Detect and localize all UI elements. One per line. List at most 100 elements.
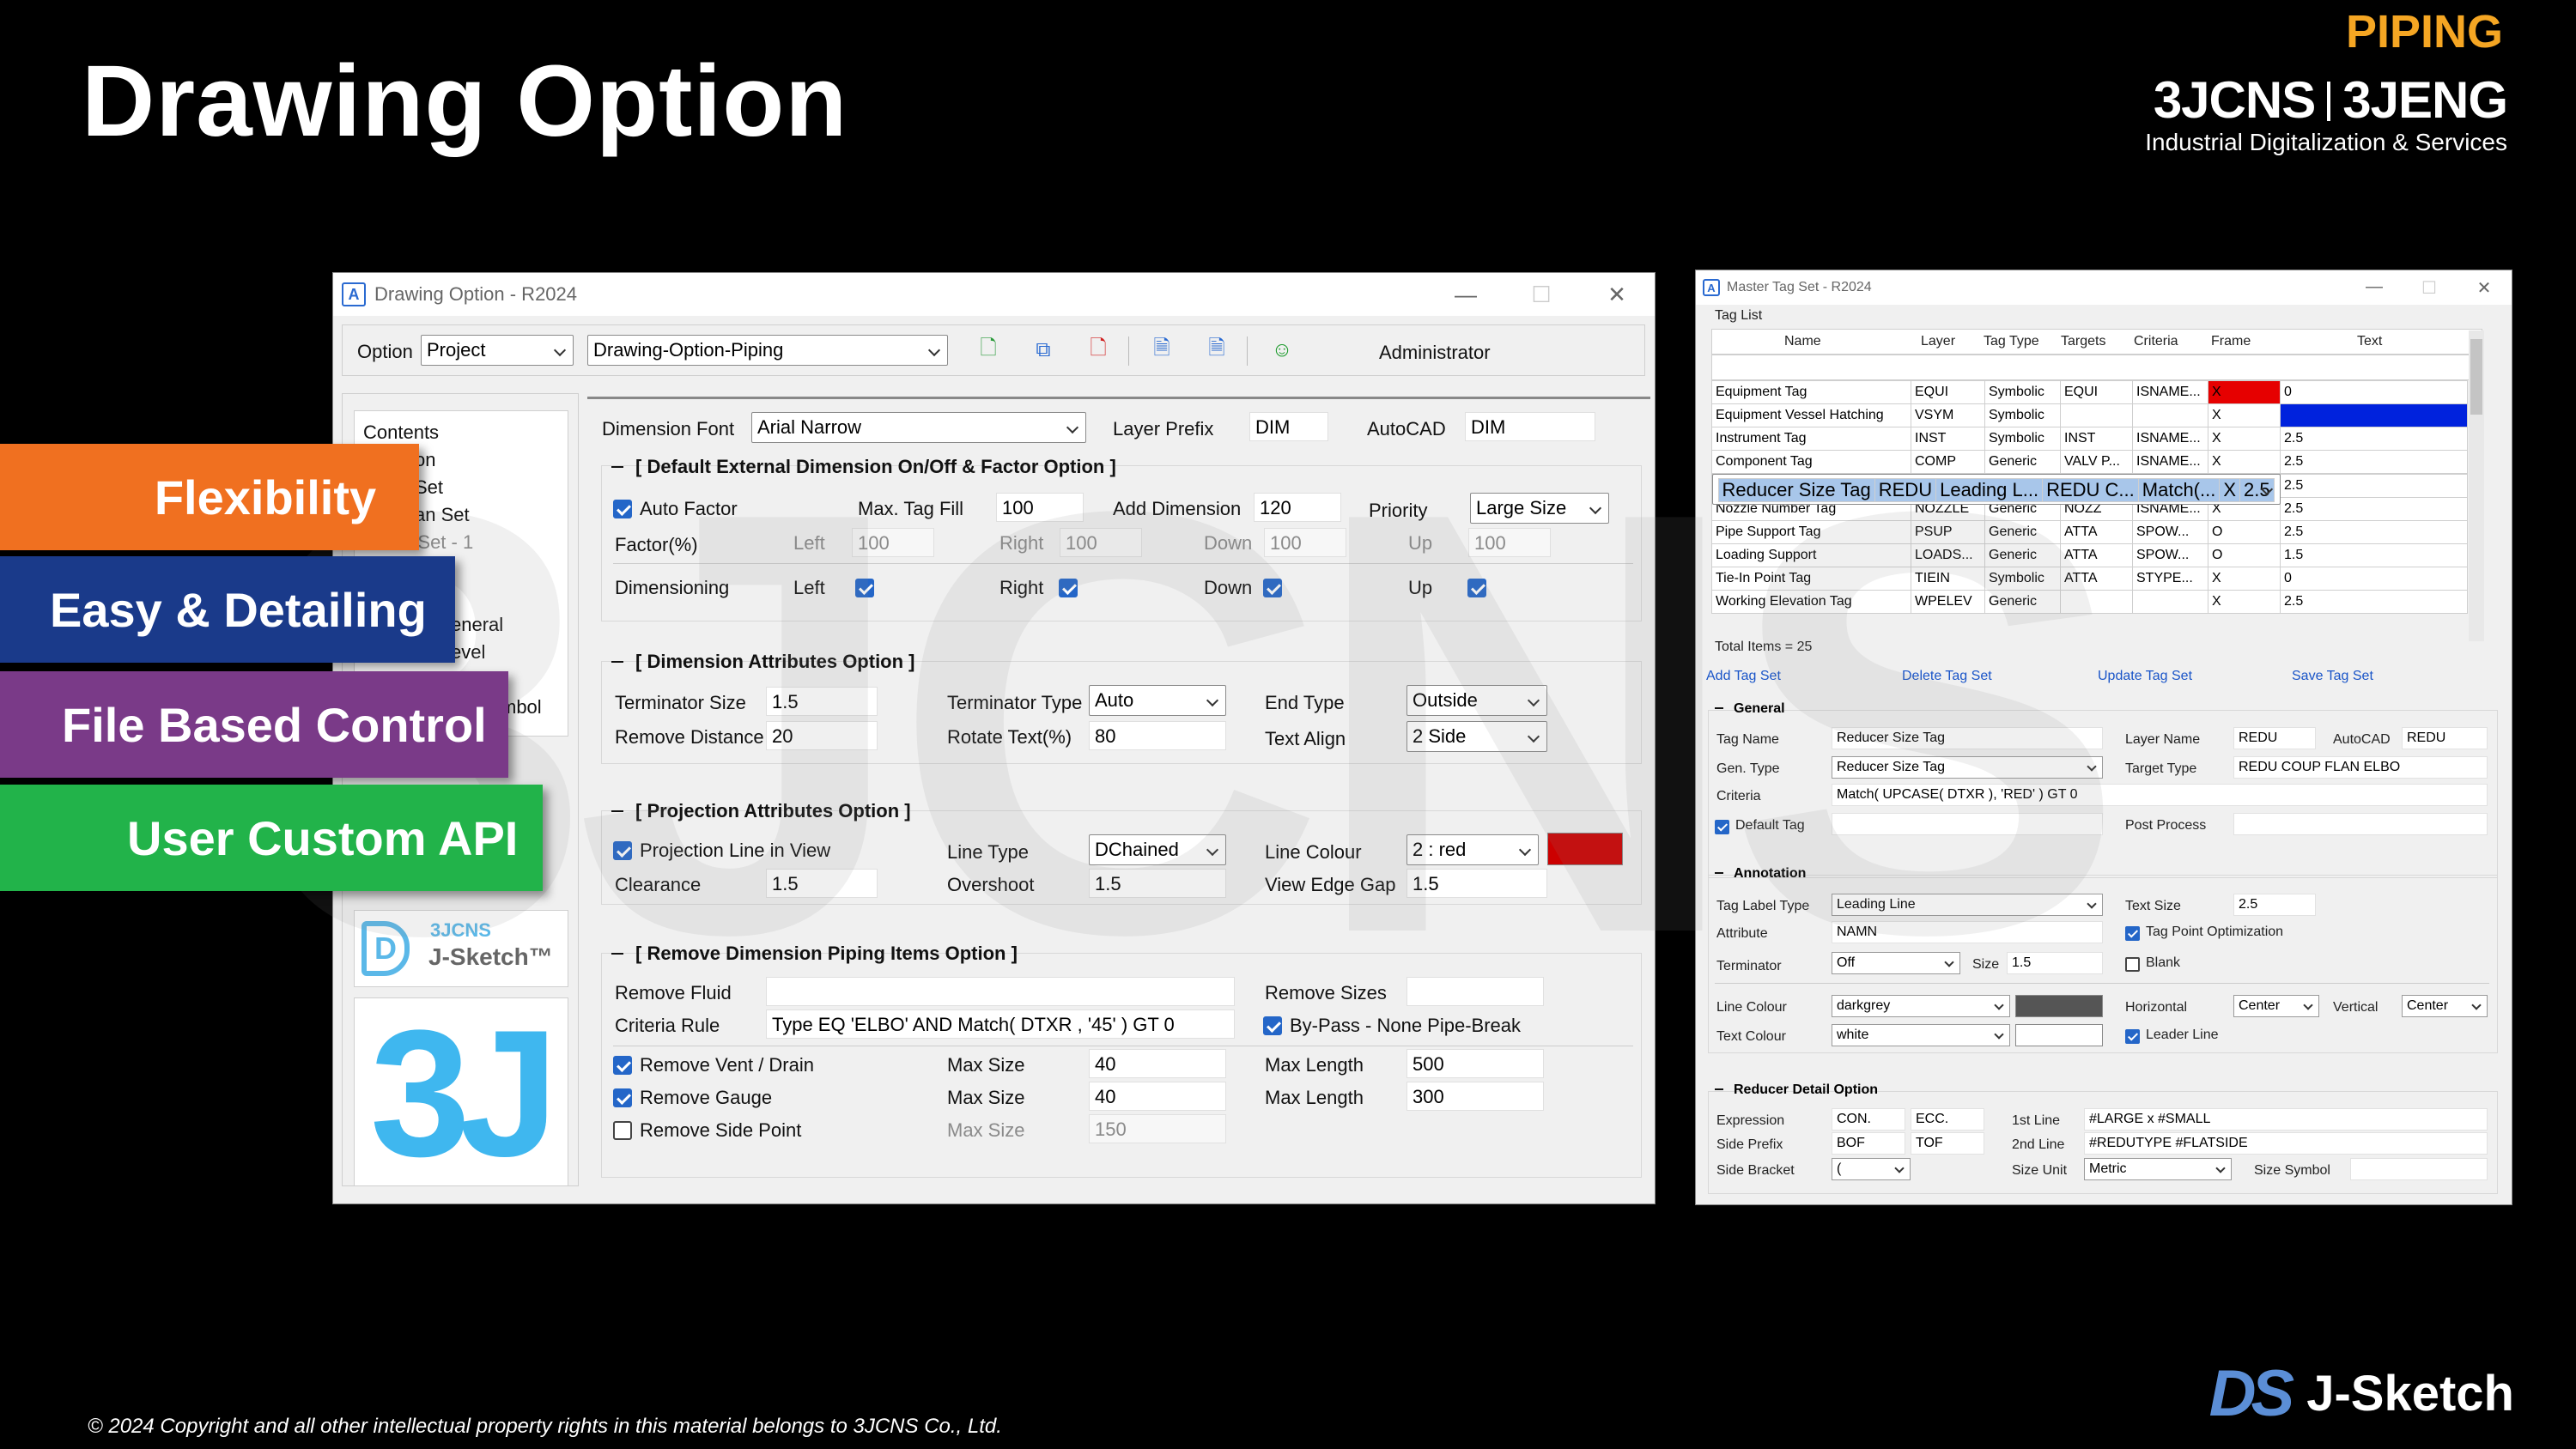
factor-left-input[interactable]: 100 (852, 528, 934, 557)
factor-right-input[interactable]: 100 (1060, 528, 1142, 557)
table-scrollbar-thumb[interactable] (2470, 339, 2482, 415)
terminator-size-input[interactable]: 1.5 (766, 687, 878, 716)
reducer-detail-header[interactable]: Reducer Detail Option (1715, 1082, 1878, 1098)
table-row[interactable]: Component Tag COMP Generic VALV P... ISNAME.… (1711, 450, 2468, 474)
option-select[interactable]: Project (421, 335, 574, 366)
expression-input-1[interactable]: CON. (1832, 1108, 1905, 1131)
rotate-text-input[interactable]: 80 (1089, 721, 1226, 750)
table-row[interactable]: Instrument Tag INST Symbolic INST ISNAME... X… (1711, 427, 2468, 451)
vent-max-length-input[interactable]: 500 (1406, 1049, 1544, 1078)
line-colour-swatch[interactable] (2015, 995, 2103, 1017)
leader-line-checkbox[interactable] (2125, 1029, 2140, 1044)
side-prefix-input-2[interactable]: TOF (1911, 1132, 1984, 1155)
smile-icon[interactable]: ☺ (1269, 336, 1295, 365)
tag-label-type-select[interactable]: Leading Line (1832, 894, 2103, 916)
close-icon[interactable]: ✕ (2457, 277, 2512, 299)
autocad-input[interactable]: REDU (2402, 727, 2488, 749)
add-dimension-input[interactable]: 120 (1254, 493, 1341, 522)
side-prefix-input-1[interactable]: BOF (1832, 1132, 1905, 1155)
tree-item[interactable]: evel (451, 641, 485, 664)
option-file-select[interactable]: Drawing-Option-Piping (587, 335, 948, 366)
post-process-input[interactable] (2233, 813, 2488, 835)
text-align-select[interactable]: 2 Side (1406, 721, 1547, 752)
annotation-header[interactable]: Annotation (1715, 866, 1806, 882)
bypass-checkbox[interactable] (1263, 1016, 1282, 1035)
delete-tag-set-link[interactable]: Delete Tag Set (1902, 669, 1992, 684)
text-colour-swatch[interactable] (2015, 1024, 2103, 1046)
table-row[interactable]: Equipment Tag EQUI Symbolic EQUI ISNAME... X 0 (1711, 380, 2468, 404)
add-file-icon[interactable]: 🗋 (975, 336, 1001, 365)
side-max-size-input[interactable]: 150 (1089, 1114, 1226, 1143)
remove-sizes-input[interactable] (1406, 977, 1544, 1006)
general-header[interactable]: General (1715, 701, 1785, 717)
gauge-max-size-input[interactable]: 40 (1089, 1082, 1226, 1111)
target-type-input[interactable]: REDU COUP FLAN ELBO (2233, 756, 2488, 779)
update-tag-set-link[interactable]: Update Tag Set (2098, 669, 2192, 684)
maximize-icon[interactable]: ☐ (1504, 282, 1579, 308)
tree-item[interactable]: an Set (415, 504, 470, 526)
tag-name-input[interactable]: Reducer Size Tag (1832, 727, 2103, 749)
column-header-layer[interactable]: Layer (1921, 334, 1955, 349)
tag-point-opt-checkbox[interactable] (2125, 926, 2140, 941)
minimize-icon[interactable]: — (1428, 282, 1504, 308)
column-header-criteria[interactable]: Criteria (2134, 334, 2178, 349)
max-tag-fill-input[interactable]: 100 (996, 493, 1084, 522)
import-icon[interactable]: 🗎 (1204, 336, 1230, 365)
add-tag-set-link[interactable]: Add Tag Set (1706, 669, 1781, 684)
save-tag-set-link[interactable]: Save Tag Set (2292, 669, 2373, 684)
overshoot-input[interactable]: 1.5 (1089, 869, 1226, 898)
section-header[interactable]: [ Remove Dimension Piping Items Option ] (611, 943, 1018, 965)
horizontal-select[interactable]: Center (2233, 995, 2319, 1017)
column-header-text[interactable]: Text (2357, 334, 2382, 349)
gen-type-select[interactable]: Reducer Size Tag (1832, 756, 2103, 779)
tree-item[interactable]: eneral (451, 614, 503, 636)
layer-prefix-input[interactable]: DIM (1249, 412, 1328, 441)
default-tag-input[interactable] (1832, 813, 2103, 835)
table-row[interactable]: Reducer Size Tag REDU Leading L... REDU C..… (1711, 474, 2281, 505)
default-tag-checkbox[interactable] (1715, 820, 1729, 834)
line-colour-swatch[interactable] (1547, 833, 1623, 865)
text-size-input[interactable]: 2.5 (2233, 894, 2316, 916)
column-header-frame[interactable]: Frame (2211, 334, 2251, 349)
remove-side-checkbox[interactable] (613, 1121, 632, 1140)
remove-gauge-checkbox[interactable] (613, 1088, 632, 1107)
line-colour-select[interactable]: darkgrey (1832, 995, 2010, 1017)
section-header[interactable]: [ Projection Attributes Option ] (611, 800, 911, 822)
clearance-input[interactable]: 1.5 (766, 869, 878, 898)
column-header-targets[interactable]: Targets (2061, 334, 2105, 349)
criteria-rule-input[interactable]: Type EQ 'ELBO' AND Match( DTXR , '45' ) … (766, 1009, 1235, 1039)
text-colour-select[interactable]: white (1832, 1024, 2010, 1046)
autocad-input[interactable]: DIM (1465, 412, 1595, 441)
blank-checkbox[interactable] (2125, 957, 2140, 972)
table-row[interactable]: Working Elevation Tag WPELEV Generic X 2.5 (1711, 590, 2468, 614)
vent-max-size-input[interactable]: 40 (1089, 1049, 1226, 1078)
factor-up-input[interactable]: 100 (1468, 528, 1551, 557)
remove-distance-input[interactable]: 20 (766, 721, 878, 750)
size-symbol-input[interactable] (2350, 1158, 2488, 1180)
remove-fluid-input[interactable] (766, 977, 1235, 1006)
gauge-max-length-input[interactable]: 300 (1406, 1082, 1544, 1111)
close-icon[interactable]: ✕ (1579, 282, 1655, 308)
minimize-icon[interactable]: — (2347, 277, 2402, 299)
end-type-select[interactable]: Outside (1406, 685, 1547, 716)
size-input[interactable]: 1.5 (2007, 952, 2103, 974)
terminator-select[interactable]: Off (1832, 952, 1960, 974)
layer-name-input[interactable]: REDU (2233, 727, 2316, 749)
auto-factor-checkbox[interactable] (613, 500, 632, 518)
projection-line-checkbox[interactable] (613, 841, 632, 860)
copy-icon[interactable]: ⧉ (1030, 336, 1056, 365)
remove-vent-checkbox[interactable] (613, 1056, 632, 1075)
line-type-select[interactable]: DChained (1089, 834, 1226, 865)
view-edge-gap-input[interactable]: 1.5 (1406, 869, 1547, 898)
table-row[interactable]: Equipment Vessel Hatching VSYM Symbolic X (1711, 403, 2468, 427)
attribute-input[interactable]: NAMN (1832, 921, 2103, 943)
terminator-type-select[interactable]: Auto (1089, 685, 1226, 716)
criteria-input[interactable]: Match( UPCASE( DTXR ), 'RED' ) GT 0 (1832, 784, 2488, 806)
dim-down-checkbox[interactable] (1263, 579, 1282, 597)
dim-right-checkbox[interactable] (1059, 579, 1078, 597)
filter-row[interactable] (1711, 355, 2482, 380)
section-header[interactable]: [ Default External Dimension On/Off & Fa… (611, 456, 1116, 478)
factor-down-input[interactable]: 100 (1264, 528, 1346, 557)
dimension-font-select[interactable]: Arial Narrow (751, 412, 1086, 443)
priority-select[interactable]: Large Size (1470, 493, 1609, 524)
